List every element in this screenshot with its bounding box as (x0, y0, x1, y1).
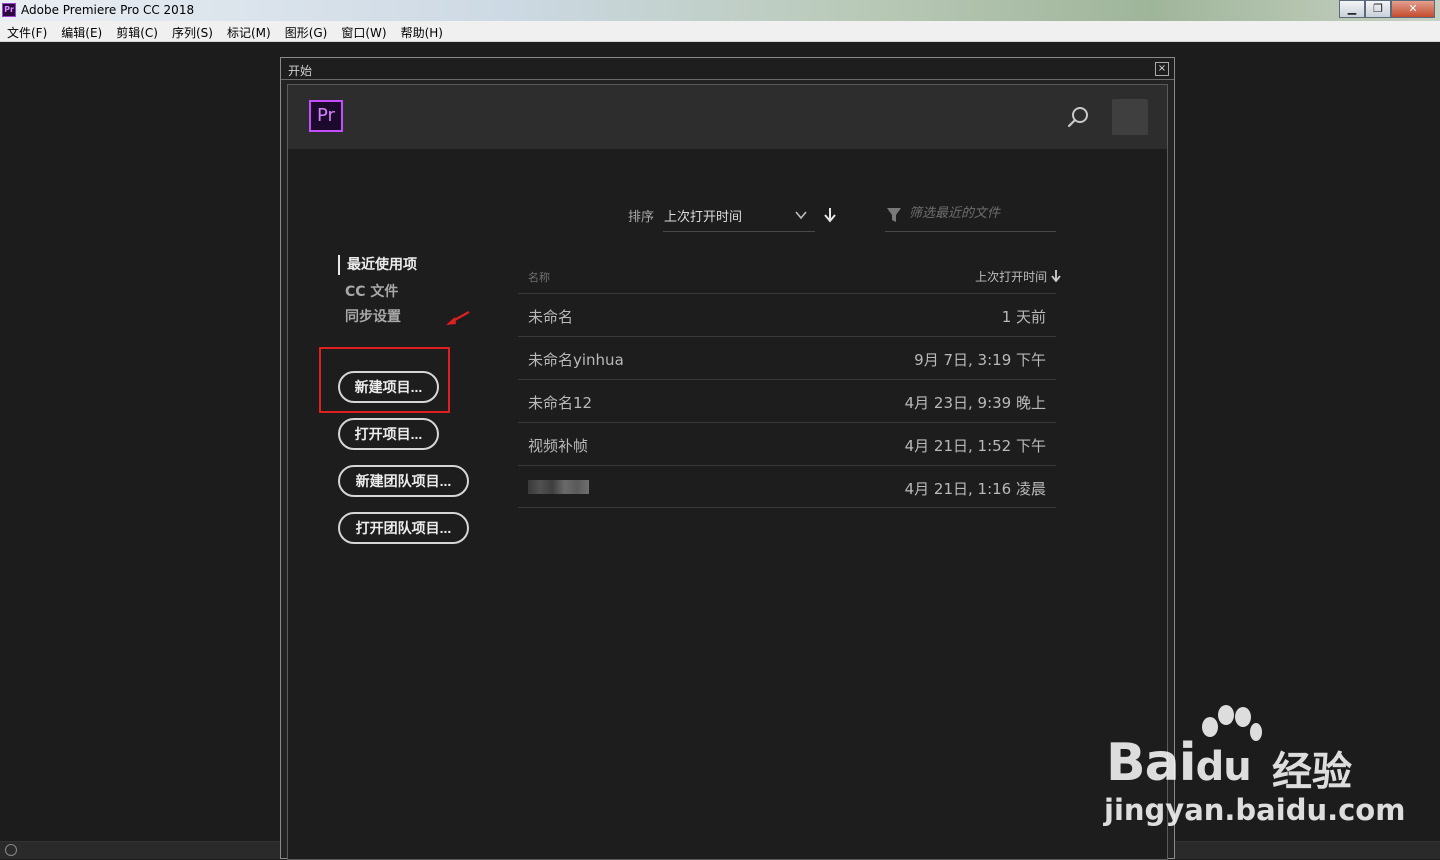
baidu-jingyan-watermark: Baidu 经验 jingyan.baidu.com (1100, 705, 1405, 835)
dialog-titlebar: 开始 × (281, 58, 1174, 80)
sort-label: 排序 (628, 210, 655, 225)
blurred-file-name (528, 480, 589, 494)
sort-dropdown[interactable]: 上次打开时间 (663, 198, 815, 232)
start-screen: Pr 排序 上次打开时间 最近使用项 (287, 84, 1168, 860)
close-window-button[interactable]: ✕ (1391, 0, 1435, 18)
column-header-last-opened[interactable]: 上次打开时间 (975, 268, 1061, 285)
sort-value: 上次打开时间 (664, 210, 743, 225)
table-row[interactable]: 未命名12 4月 23日, 9:39 晚上 (518, 379, 1056, 422)
new-project-button[interactable]: 新建项目... (338, 371, 439, 403)
menu-clip[interactable]: 剪辑(C) (109, 21, 165, 41)
funnel-icon (887, 208, 901, 222)
watermark-brand: Baidu (1106, 733, 1252, 793)
menu-window[interactable]: 窗口(W) (334, 21, 393, 41)
file-time: 4月 23日, 9:39 晚上 (904, 394, 1046, 412)
table-row[interactable]: 4月 21日, 1:16 凌晨 (518, 465, 1056, 508)
premiere-app-icon: Pr (2, 3, 16, 17)
restore-button[interactable]: ❐ (1365, 0, 1391, 18)
nav-cc-files[interactable]: CC 文件 (338, 280, 417, 305)
file-name: 未命名yinhua (528, 351, 624, 369)
menu-bar: 文件(F) 编辑(E) 剪辑(C) 序列(S) 标记(M) 图形(G) 窗口(W… (0, 21, 1440, 42)
table-row[interactable]: 未命名yinhua 9月 7日, 3:19 下午 (518, 336, 1056, 379)
chevron-down-icon (795, 211, 807, 220)
new-team-project-button[interactable]: 新建团队项目... (338, 465, 469, 497)
status-icon (5, 844, 17, 856)
menu-edit[interactable]: 编辑(E) (54, 21, 109, 41)
table-row[interactable]: 未命名 1 天前 (518, 293, 1056, 336)
start-header: Pr (288, 85, 1167, 149)
menu-help[interactable]: 帮助(H) (394, 21, 450, 41)
sort-arrow-icon (1051, 270, 1061, 283)
file-time: 4月 21日, 1:52 下午 (904, 437, 1046, 455)
file-name: 未命名 (528, 308, 574, 326)
menu-graphics[interactable]: 图形(G) (278, 21, 335, 41)
window-title: Adobe Premiere Pro CC 2018 (21, 3, 195, 17)
menu-markers[interactable]: 标记(M) (220, 21, 278, 41)
watermark-brand-bai: Bai (1106, 733, 1197, 793)
user-avatar[interactable] (1112, 99, 1148, 135)
filter-input[interactable] (909, 206, 1049, 221)
column-header-name[interactable]: 名称 (528, 269, 550, 285)
filter-box (885, 198, 1056, 232)
menu-file[interactable]: 文件(F) (0, 21, 54, 41)
file-time: 1 天前 (1001, 308, 1046, 326)
nav-recent[interactable]: 最近使用项 (338, 255, 417, 275)
minimize-button[interactable]: ▁ (1339, 0, 1365, 18)
watermark-product: 经验 (1272, 749, 1352, 795)
premiere-logo: Pr (309, 100, 343, 132)
column-header-last-opened-label: 上次打开时间 (975, 270, 1048, 284)
file-name: 视频补帧 (528, 437, 589, 455)
table-row[interactable]: 视频补帧 4月 21日, 1:52 下午 (518, 422, 1056, 465)
sort-direction-arrow-icon[interactable] (823, 207, 837, 223)
side-nav: 最近使用项 CC 文件 同步设置 (338, 255, 417, 330)
file-name: 未命名12 (528, 394, 593, 412)
watermark-brand-du: du (1195, 744, 1252, 790)
open-project-button[interactable]: 打开项目... (338, 418, 439, 450)
menu-sequence[interactable]: 序列(S) (165, 21, 220, 41)
file-time: 9月 7日, 3:19 下午 (914, 351, 1046, 369)
window-controls: ▁ ❐ ✕ (1339, 0, 1435, 18)
dialog-title: 开始 (288, 64, 313, 78)
window-titlebar: Pr Adobe Premiere Pro CC 2018 ▁ ❐ ✕ (0, 0, 1440, 21)
open-team-project-button[interactable]: 打开团队项目... (338, 512, 469, 544)
start-dialog: 开始 × Pr 排序 上次打开时间 筛选最近的文件 最近使用项 CC 文件 同步… (280, 57, 1175, 860)
file-time: 4月 21日, 1:16 凌晨 (904, 480, 1046, 498)
annotation-arrow-icon (446, 311, 470, 325)
dialog-close-button[interactable]: × (1155, 62, 1169, 76)
watermark-url: jingyan.baidu.com (1104, 793, 1406, 827)
nav-sync-settings[interactable]: 同步设置 (338, 305, 417, 330)
search-icon[interactable] (1066, 105, 1090, 129)
